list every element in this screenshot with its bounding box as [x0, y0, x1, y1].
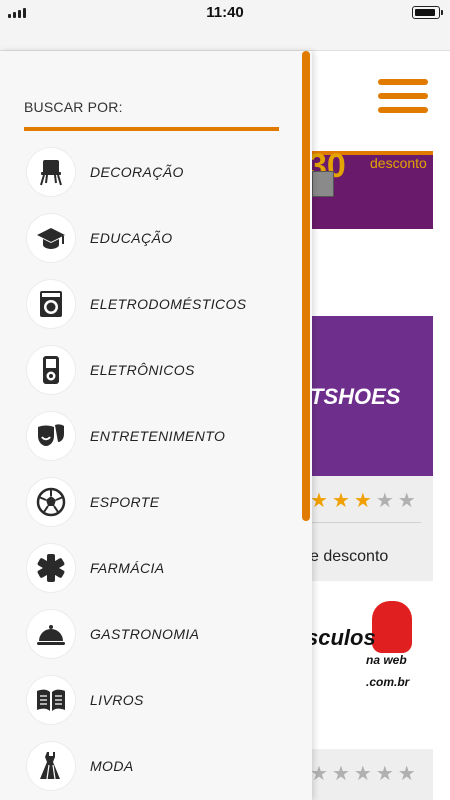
medical-asterisk-icon: [27, 544, 75, 592]
battery-icon: [412, 6, 443, 19]
promo-banner[interactable]: 30 desconto: [300, 147, 433, 229]
category-label: DECORAÇÃO: [90, 164, 184, 180]
browser-bar: [0, 24, 450, 51]
logo-main: sculos: [306, 625, 376, 650]
music-player-icon: [27, 346, 75, 394]
logo-domain: .com.br: [366, 675, 410, 689]
offer-card[interactable]: TSHOES ★ ★ ★ ★ ★ e desconto: [300, 316, 433, 622]
star-empty-icon: ★: [375, 490, 394, 512]
category-label: GASTRONOMIA: [90, 626, 200, 642]
soccer-ball-icon: [27, 478, 75, 526]
rating-stars: ★ ★ ★ ★ ★: [310, 761, 416, 786]
category-label: MODA: [90, 758, 134, 774]
category-list: DECORAÇÃO EDUCAÇÃO ELETRODOMÉSTICOS ELETRÔN…: [0, 139, 300, 799]
category-label: ELETRODOMÉSTICOS: [90, 296, 247, 312]
chair-icon: [27, 148, 75, 196]
category-item-eletrodomesticos[interactable]: ELETRODOMÉSTICOS: [0, 271, 300, 337]
star-empty-icon: ★: [331, 763, 350, 785]
dress-icon: [27, 742, 75, 790]
category-item-eletronicos[interactable]: ELETRÔNICOS: [0, 337, 300, 403]
offer-image: TSHOES: [300, 316, 433, 476]
star-filled-icon: ★: [331, 490, 350, 512]
graduation-cap-icon: [27, 214, 75, 262]
offer-description: e desconto: [310, 548, 389, 565]
heading-divider: [24, 127, 279, 131]
category-item-educacao[interactable]: EDUCAÇÃO: [0, 205, 300, 271]
category-item-esporte[interactable]: ESPORTE: [0, 469, 300, 535]
open-book-icon: [27, 676, 75, 724]
category-label: FARMÁCIA: [90, 560, 165, 576]
star-filled-icon: ★: [310, 490, 328, 512]
star-empty-icon: ★: [310, 763, 328, 785]
offer-card[interactable]: sculos na web .com.br ★ ★ ★ ★ ★: [300, 581, 433, 800]
menu-icon[interactable]: [378, 79, 428, 115]
category-label: ENTRETENIMENTO: [90, 428, 226, 444]
category-item-entretenimento[interactable]: ENTRETENIMENTO: [0, 403, 300, 469]
category-label: ELETRÔNICOS: [90, 362, 195, 378]
drawer-heading: BUSCAR POR:: [24, 99, 123, 115]
category-item-livros[interactable]: LIVROS: [0, 667, 300, 733]
star-empty-icon: ★: [397, 490, 416, 512]
category-item-decoracao[interactable]: DECORAÇÃO: [0, 139, 300, 205]
category-item-gastronomia[interactable]: GASTRONOMIA: [0, 601, 300, 667]
rating-stars: ★ ★ ★ ★ ★: [310, 488, 416, 513]
food-cloche-icon: [27, 610, 75, 658]
category-label: EDUCAÇÃO: [90, 230, 173, 246]
category-item-farmacia[interactable]: FARMÁCIA: [0, 535, 300, 601]
divider: [300, 522, 421, 523]
logo-sub: na web: [366, 653, 407, 667]
brand-logo: sculos na web .com.br: [306, 627, 409, 693]
status-time: 11:40: [206, 4, 244, 21]
banner-text: desconto: [370, 155, 427, 171]
category-drawer: BUSCAR POR: DECORAÇÃO EDUCAÇÃO ELETRODOMÉS…: [0, 51, 312, 800]
star-empty-icon: ★: [397, 763, 416, 785]
product-image: [312, 171, 334, 197]
category-item-moda[interactable]: MODA: [0, 733, 300, 799]
washing-machine-icon: [27, 280, 75, 328]
category-label: LIVROS: [90, 692, 144, 708]
category-label: ESPORTE: [90, 494, 160, 510]
brand-logo: TSHOES: [310, 384, 401, 409]
star-filled-icon: ★: [353, 490, 372, 512]
theater-masks-icon: [27, 412, 75, 460]
scrollbar[interactable]: [302, 51, 310, 521]
star-empty-icon: ★: [353, 763, 372, 785]
star-empty-icon: ★: [375, 763, 394, 785]
status-bar: 11:40: [0, 0, 450, 24]
